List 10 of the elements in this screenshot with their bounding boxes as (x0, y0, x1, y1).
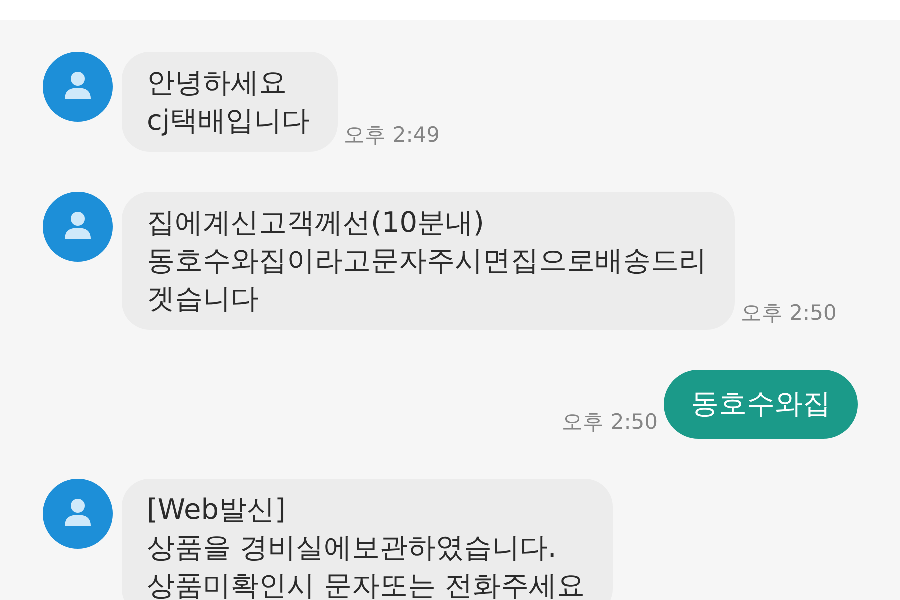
person-avatar-icon (43, 192, 113, 262)
person-avatar-icon (43, 479, 113, 549)
person-avatar-icon (43, 52, 113, 122)
message-time: 오후 2:50 (741, 300, 837, 326)
message-bubble: [Web발신] 상품을 경비실에보관하였습니다. 상품미확인시 문자또는 전화주세요 (122, 479, 613, 600)
message-time: 오후 2:49 (344, 122, 440, 148)
message-bubble: 동호수와집 (664, 370, 858, 439)
message-bubble: 안녕하세요 cj택배입니다 (122, 52, 338, 152)
message-time: 오후 2:50 (562, 409, 658, 435)
message-bubble: 집에계신고객께선(10분내) 동호수와집이라고문자주시면집으로배송드리 겟습니다 (122, 192, 735, 330)
